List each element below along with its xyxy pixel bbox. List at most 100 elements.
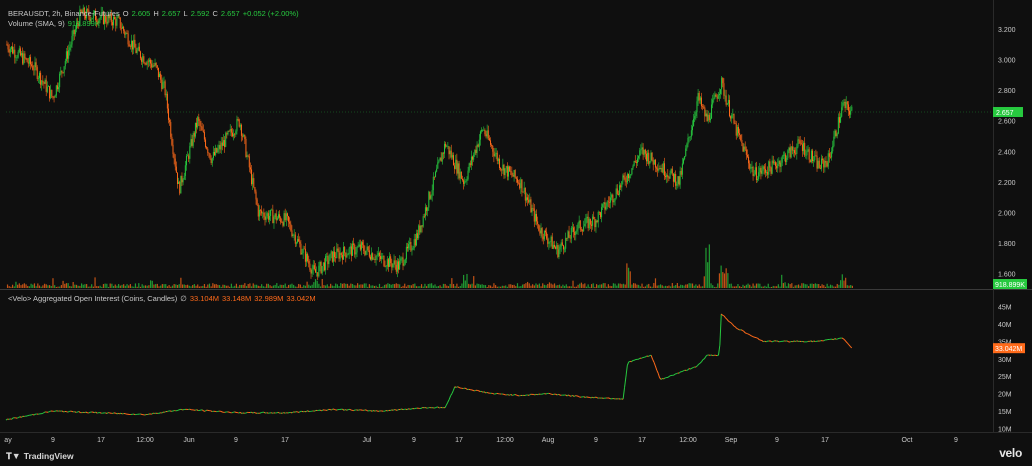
candle-body — [226, 133, 228, 135]
candle-body — [773, 162, 775, 164]
oi-segment — [795, 340, 798, 342]
volume-bar — [92, 286, 94, 288]
volume-bar — [323, 285, 325, 288]
candle-body — [156, 65, 158, 68]
candle-body — [481, 130, 483, 132]
candle-body — [654, 159, 656, 168]
candle-body — [353, 243, 355, 245]
volume-bar — [464, 280, 466, 288]
volume-bar — [165, 284, 167, 288]
candle-body — [759, 167, 761, 173]
volume-bar — [846, 285, 848, 288]
candle-body — [383, 255, 385, 266]
candle-body — [368, 250, 370, 257]
oi-segment — [545, 392, 548, 395]
oi-segment — [182, 408, 185, 411]
candle-body — [354, 244, 356, 255]
volume-label[interactable]: Volume (SMA, 9) — [8, 19, 65, 28]
candle-body — [444, 143, 446, 154]
candle-body — [225, 133, 227, 147]
volume-bar — [474, 285, 477, 288]
volume-bar — [341, 283, 344, 288]
candle-body — [711, 104, 713, 119]
candle-body — [157, 67, 159, 78]
volume-bar — [400, 286, 402, 288]
oi-label[interactable]: <Velo> Aggregated Open Interest (Coins, … — [8, 294, 177, 303]
volume-bar — [690, 283, 692, 288]
candle-body — [190, 139, 192, 147]
volume-bar — [848, 285, 850, 288]
candle-body — [513, 170, 515, 177]
oi-segment — [834, 338, 837, 340]
volume-bar — [850, 285, 852, 288]
oi-segment — [608, 397, 611, 400]
candle-body — [373, 259, 375, 260]
oi-segment — [401, 408, 404, 411]
candle-body — [667, 174, 669, 178]
candle-body — [579, 220, 581, 230]
candle-body — [741, 140, 743, 143]
candle-body — [159, 73, 161, 78]
volume-bar — [579, 283, 581, 288]
candle-body — [799, 140, 801, 144]
time-tick-label: 17 — [281, 437, 289, 444]
candle-body — [696, 101, 698, 113]
volume-bar — [232, 286, 234, 288]
volume-bar — [813, 284, 815, 288]
close-value: 2.657 — [220, 9, 240, 18]
candle-body — [761, 170, 763, 174]
volume-bar — [459, 285, 461, 288]
oi-segment — [465, 388, 468, 390]
volume-bar — [149, 280, 152, 288]
candle-body — [635, 161, 637, 164]
candle-body — [432, 176, 434, 191]
candle-body — [580, 229, 582, 231]
volume-bar — [506, 286, 508, 288]
chart-canvas[interactable]: 3.2003.0002.8002.6002.4002.2002.0001.800… — [0, 0, 1032, 466]
oi-high: 33.148M — [222, 294, 252, 303]
oi-segment — [451, 390, 454, 394]
candle-body — [473, 154, 475, 160]
oi-segment — [176, 409, 179, 412]
candle-body — [629, 175, 631, 179]
oi-segment — [120, 412, 123, 415]
candle-body — [35, 62, 37, 68]
volume-bar — [256, 284, 258, 288]
candle-body — [452, 155, 454, 166]
candle-body — [800, 143, 802, 145]
candle-body — [631, 168, 633, 175]
volume-bar — [224, 284, 226, 288]
candle-body — [794, 150, 796, 154]
candle-body — [633, 160, 635, 166]
volume-bar — [749, 284, 751, 288]
volume-bar — [208, 283, 211, 288]
volume-bar — [802, 283, 805, 288]
candle-body — [564, 248, 566, 250]
volume-bar — [340, 283, 342, 288]
oi-segment — [837, 337, 840, 340]
volume-bar — [702, 286, 704, 288]
candle-body — [7, 45, 9, 50]
oi-hidden-icon[interactable]: ∅ — [180, 294, 187, 303]
candle-body — [206, 146, 208, 149]
volume-bar — [375, 285, 377, 288]
candle-body — [690, 130, 692, 137]
symbol-label[interactable]: BERAUSDT, 2h, Binance-Futures — [8, 9, 120, 18]
oi-segment — [841, 337, 844, 340]
tradingview-logo[interactable]: 𝐓▼ TradingView — [6, 451, 74, 462]
oi-segment — [534, 393, 537, 396]
candle-body — [722, 77, 724, 84]
candle-body — [686, 144, 688, 149]
candle-body — [501, 169, 503, 171]
candle-body — [389, 256, 391, 267]
candle-body — [805, 155, 807, 156]
candle-body — [584, 223, 586, 227]
candle-body — [757, 178, 759, 180]
candle-body — [542, 236, 544, 240]
open-label: O — [122, 9, 129, 18]
oi-segment — [85, 411, 88, 414]
candle-body — [593, 216, 595, 219]
candle-body — [22, 53, 24, 64]
candle-body — [656, 167, 658, 169]
volume-bar — [82, 284, 84, 288]
